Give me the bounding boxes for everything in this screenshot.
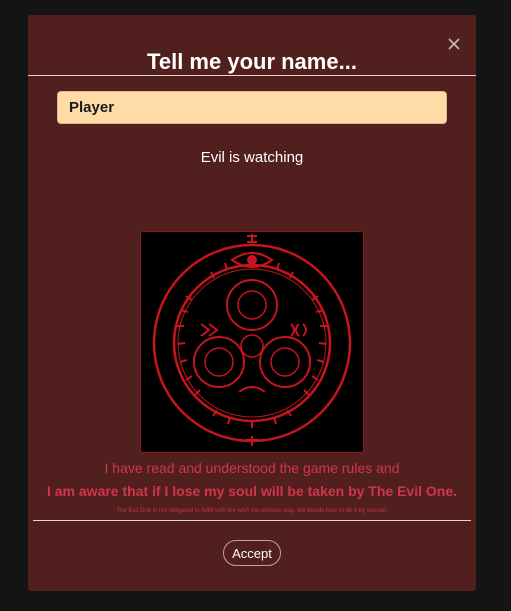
halo-of-the-sun-seal-icon <box>152 234 352 446</box>
player-name-input[interactable] <box>57 91 447 124</box>
terms-line-2: I am aware that if I lose my soul will b… <box>46 483 457 499</box>
footer-divider <box>33 520 471 521</box>
seal-image <box>140 231 364 453</box>
close-icon[interactable] <box>445 35 463 53</box>
name-dialog: Tell me your name... Evil is watching <box>28 15 476 591</box>
subtitle-text: Evil is watching <box>200 149 304 166</box>
dialog-title: Tell me your name... <box>147 49 357 74</box>
fine-print: The Evil One is not obligated to fulfill… <box>116 508 388 514</box>
terms-line-1: I have read and understood the game rule… <box>104 460 400 476</box>
header-divider <box>28 75 476 76</box>
accept-button[interactable]: Accept <box>223 540 281 566</box>
